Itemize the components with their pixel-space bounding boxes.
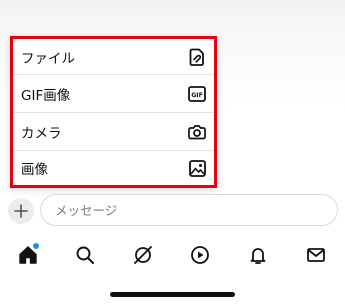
- file-icon: [188, 48, 206, 66]
- tab-slashed-circle[interactable]: [130, 242, 156, 268]
- tab-messages[interactable]: [303, 242, 329, 268]
- camera-icon: [188, 123, 206, 141]
- image-icon: [188, 159, 206, 177]
- svg-text:GIF: GIF: [191, 92, 203, 99]
- plus-icon: [14, 204, 28, 218]
- menu-item-image[interactable]: 画像: [13, 151, 214, 185]
- menu-item-label: GIF画像: [21, 88, 71, 104]
- attachment-menu: ファイル GIF画像 GIF カメラ 画像: [10, 36, 217, 188]
- tab-notifications[interactable]: [245, 242, 271, 268]
- bell-icon: [250, 248, 266, 264]
- play-icon: [191, 246, 209, 264]
- mail-icon: [307, 248, 325, 262]
- search-icon: [76, 246, 94, 264]
- attach-button[interactable]: [8, 198, 34, 224]
- message-input[interactable]: [40, 194, 338, 226]
- home-indicator: [110, 292, 235, 297]
- menu-item-file[interactable]: ファイル: [13, 39, 214, 75]
- menu-item-camera[interactable]: カメラ: [13, 114, 214, 151]
- bottom-tab-bar: [0, 238, 345, 272]
- notification-dot: [32, 242, 40, 250]
- menu-item-label: カメラ: [21, 126, 62, 142]
- slashed-circle-icon: [134, 246, 152, 264]
- tab-home[interactable]: [15, 242, 41, 268]
- menu-item-label: 画像: [21, 162, 48, 178]
- menu-item-gif[interactable]: GIF画像 GIF: [13, 76, 214, 113]
- tab-search[interactable]: [72, 242, 98, 268]
- tab-play[interactable]: [187, 242, 213, 268]
- menu-item-label: ファイル: [21, 50, 75, 67]
- chat-screen: ファイル GIF画像 GIF カメラ 画像 メッセージ: [0, 0, 345, 305]
- gif-icon: GIF: [188, 85, 206, 103]
